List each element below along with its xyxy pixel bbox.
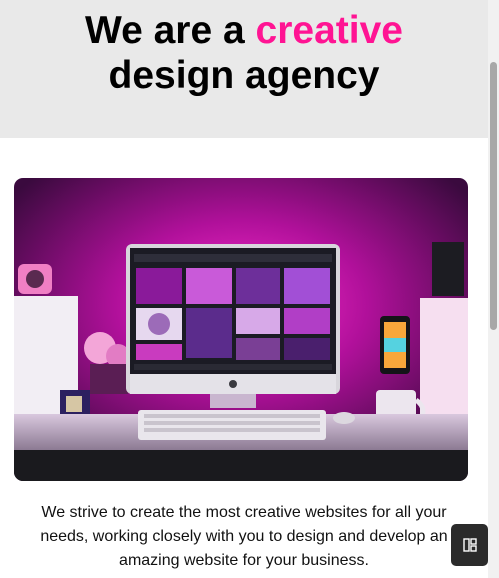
- hero-title-prefix: We are a: [84, 9, 256, 52]
- page-scrollbar[interactable]: [488, 0, 499, 578]
- hero-section: We are a creative design agency: [0, 0, 488, 138]
- hero-image: [14, 178, 468, 481]
- hero-title-accent: creative: [255, 9, 403, 52]
- scrollbar-thumb[interactable]: [490, 62, 497, 330]
- agency-description: We strive to create the most creative we…: [40, 504, 448, 569]
- hero-title-line2: design agency: [108, 54, 380, 97]
- hero-title: We are a creative design agency: [0, 8, 488, 98]
- layout-widget-button[interactable]: [451, 524, 488, 566]
- layout-grid-icon: [462, 538, 477, 552]
